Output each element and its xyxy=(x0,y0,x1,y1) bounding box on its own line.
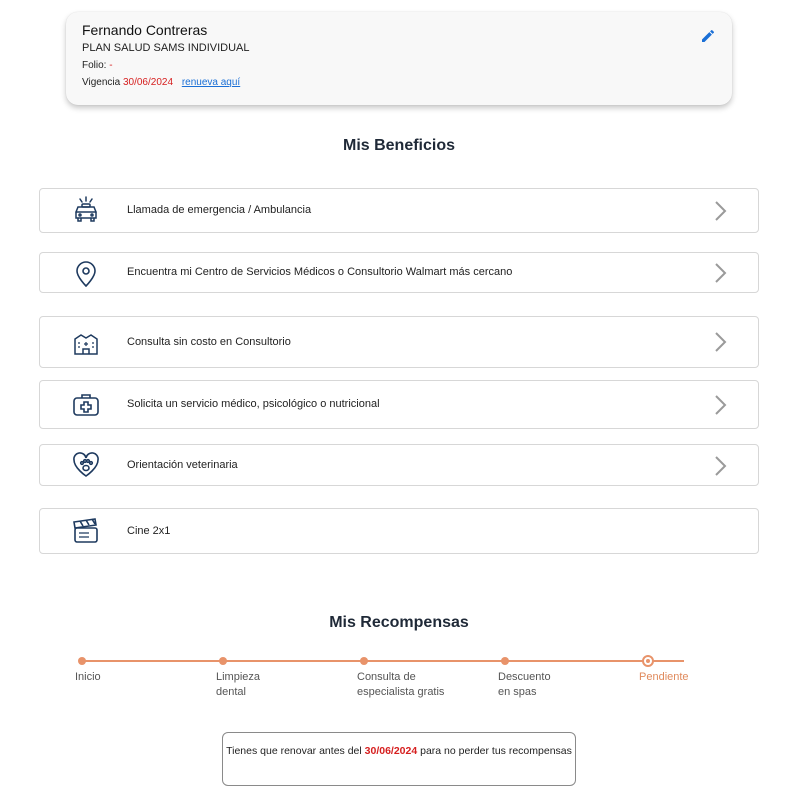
pet-heart-icon xyxy=(73,452,99,477)
ambulance-icon xyxy=(75,196,97,222)
timeline-dot xyxy=(360,657,368,665)
timeline-dot xyxy=(219,657,227,665)
benefits-title: Mis Beneficios xyxy=(342,137,456,154)
location-pin-icon xyxy=(76,261,96,287)
clapperboard-icon xyxy=(73,518,98,543)
timeline-dot xyxy=(501,657,509,665)
member-name: Fernando Contreras xyxy=(82,22,208,38)
vigencia-date: 30/06/2024 xyxy=(122,77,174,88)
clinic-building-icon xyxy=(74,334,98,355)
timeline-dot xyxy=(78,657,86,665)
chevron-right-icon xyxy=(715,456,727,476)
benefit-item-ambulance[interactable]: Llamada de emergencia / Ambulancia xyxy=(39,188,759,233)
benefit-label: Solicita un servicio médico, psicológico… xyxy=(127,398,380,410)
timeline-step: Descuento en spas xyxy=(498,671,551,698)
benefit-label: Consulta sin costo en Consultorio xyxy=(127,336,291,348)
timeline-step: Limpieza dental xyxy=(216,671,261,698)
edit-pencil-icon[interactable] xyxy=(700,28,716,44)
rewards-title: Mis Recompensas xyxy=(329,614,469,631)
renewal-notice-date: 30/06/2024 xyxy=(364,745,418,757)
plan-name: PLAN SALUD SAMS INDIVIDUAL xyxy=(82,42,250,54)
benefit-item-veterinary[interactable]: Orientación veterinaria xyxy=(39,444,759,486)
folio-row: Folio: - xyxy=(82,60,113,71)
timeline-dot-pending xyxy=(642,655,654,667)
chevron-right-icon xyxy=(715,332,727,352)
benefit-label: Encuentra mi Centro de Servicios Médicos… xyxy=(127,266,513,278)
chevron-right-icon xyxy=(715,395,727,415)
timeline-line xyxy=(82,660,684,662)
folio-value: - xyxy=(109,60,113,71)
timeline-step: Consulta de especialista gratis xyxy=(357,671,445,698)
renewal-notice: Tienes que renovar antes del 30/06/2024 … xyxy=(222,732,576,786)
folio-label: Folio: xyxy=(82,60,107,71)
vigencia-label: Vigencia xyxy=(82,77,121,88)
chevron-right-icon xyxy=(715,201,727,221)
member-card: Fernando Contreras PLAN SALUD SAMS INDIV… xyxy=(66,12,732,105)
medical-kit-icon xyxy=(73,394,99,416)
chevron-right-icon xyxy=(715,263,727,283)
benefit-item-cinema[interactable]: Cine 2x1 xyxy=(39,508,759,554)
benefit-label: Cine 2x1 xyxy=(127,525,171,537)
vigencia-row: Vigencia 30/06/2024 renueva aquí xyxy=(82,77,240,88)
benefit-item-find-center[interactable]: Encuentra mi Centro de Servicios Médicos… xyxy=(39,252,759,293)
renew-link[interactable]: renueva aquí xyxy=(182,77,240,88)
benefit-label: Orientación veterinaria xyxy=(127,459,238,471)
timeline-step-pending: Pendiente xyxy=(639,671,689,683)
benefit-item-medical-service[interactable]: Solicita un servicio médico, psicológico… xyxy=(39,380,759,429)
timeline-step: Inicio xyxy=(75,671,101,683)
benefit-label: Llamada de emergencia / Ambulancia xyxy=(127,204,312,216)
benefit-item-free-consult[interactable]: Consulta sin costo en Consultorio xyxy=(39,316,759,368)
